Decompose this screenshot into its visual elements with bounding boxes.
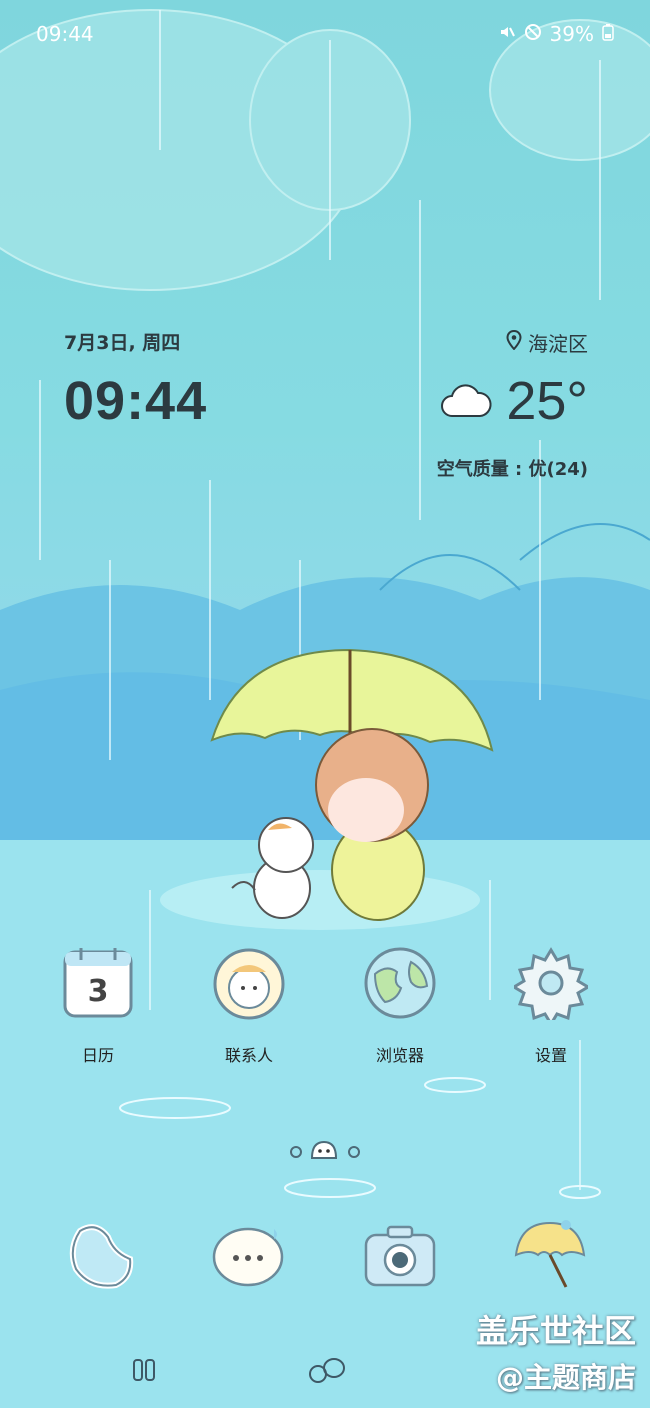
app-browser[interactable]: 浏览器: [340, 946, 460, 1066]
contacts-icon: [212, 946, 286, 1020]
globe-icon: [363, 946, 437, 1020]
wallpaper-illustration: [0, 9, 650, 1408]
dock-camera[interactable]: [360, 1215, 440, 1295]
battery-level: 39%: [549, 22, 594, 46]
recents-icon: [133, 1359, 155, 1381]
cloud-icon: [440, 370, 492, 432]
temperature: 25°: [506, 371, 588, 431]
umbrella-icon: [514, 1220, 586, 1288]
battery-icon: [602, 22, 614, 46]
camera-icon: [364, 1225, 436, 1287]
watermark-line2: @主题商店: [495, 1361, 636, 1394]
location-pin-icon: [506, 329, 522, 355]
recents-button[interactable]: [130, 1358, 158, 1382]
dock-messages[interactable]: [208, 1215, 288, 1295]
app-label-settings: 设置: [534, 1046, 567, 1065]
dnd-icon: [524, 22, 542, 46]
app-label-calendar: 日历: [81, 1046, 114, 1065]
dock-umbrella-app[interactable]: [510, 1215, 590, 1295]
widget-clock[interactable]: 09:44: [64, 370, 207, 432]
calendar-icon: 3: [61, 946, 135, 1020]
mute-icon: [498, 22, 516, 46]
location-label: 海淀区: [528, 332, 588, 356]
app-label-contacts: 联系人: [224, 1046, 273, 1065]
status-icons: 39%: [498, 22, 614, 46]
home-icon: [309, 1358, 345, 1383]
widget-date[interactable]: 7月3日, 周四: [64, 328, 180, 355]
chat-bubble-icon: [212, 1227, 284, 1287]
watermark-line1: 盖乐世社区: [475, 1312, 636, 1350]
status-time: 09:44: [36, 22, 94, 46]
app-settings[interactable]: 设置: [491, 946, 611, 1066]
calendar-day: 3: [88, 974, 109, 1009]
app-contacts[interactable]: 联系人: [189, 946, 309, 1066]
gear-icon: [511, 946, 591, 1027]
app-calendar[interactable]: 3 日历: [38, 946, 158, 1066]
widget-location[interactable]: 海淀区: [506, 328, 588, 357]
page-indicator[interactable]: [288, 1138, 364, 1166]
phone-icon: [69, 1224, 134, 1289]
app-label-browser: 浏览器: [375, 1046, 424, 1065]
home-button[interactable]: [304, 1354, 348, 1386]
dock-phone[interactable]: [60, 1215, 140, 1295]
widget-weather[interactable]: 25°: [440, 370, 588, 432]
air-quality: 空气质量 : 优(24): [436, 459, 588, 480]
status-bar: 09:44 39%: [0, 18, 650, 50]
